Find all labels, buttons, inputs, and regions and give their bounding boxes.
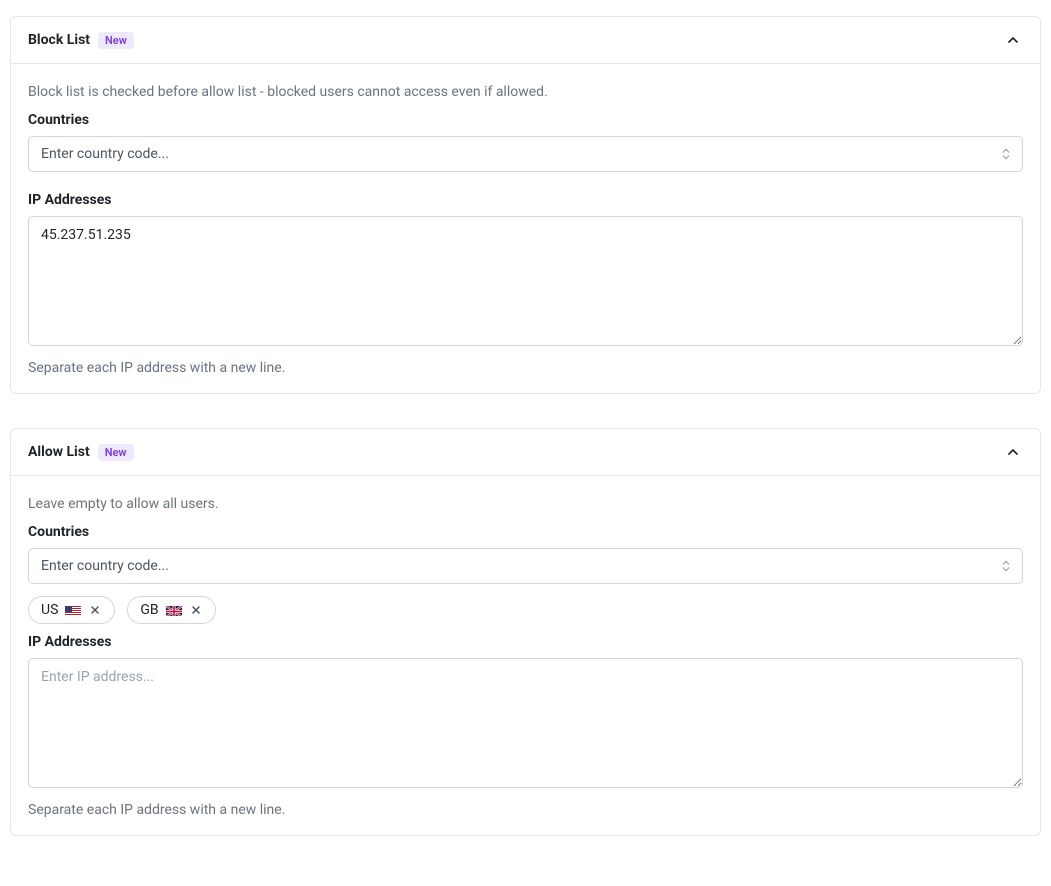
panel-allow-list: Allow List New Leave empty to allow all …	[10, 428, 1041, 836]
panel-body-allow: Leave empty to allow all users. Countrie…	[11, 476, 1040, 835]
label-countries-block: Countries	[28, 112, 1023, 128]
panel-title-allow: Allow List	[28, 444, 90, 460]
hint-ip-allow: Separate each IP address with a new line…	[28, 802, 1023, 818]
description-block: Block list is checked before allow list …	[28, 84, 1023, 100]
panel-title-block: Block List	[28, 32, 90, 48]
remove-chip-icon[interactable]	[189, 604, 203, 616]
flag-gb-icon	[166, 605, 182, 616]
country-chip-label: GB	[140, 602, 158, 618]
panel-header-left: Block List New	[28, 32, 134, 49]
chevron-up-icon[interactable]	[1003, 30, 1023, 50]
combobox-countries-block	[28, 136, 1023, 172]
country-chip: GB	[127, 596, 215, 624]
description-allow: Leave empty to allow all users.	[28, 496, 1023, 512]
label-ip-allow: IP Addresses	[28, 634, 1023, 650]
label-ip-block: IP Addresses	[28, 192, 1023, 208]
badge-new: New	[98, 32, 134, 49]
badge-new: New	[98, 444, 134, 461]
panel-header-allow[interactable]: Allow List New	[11, 429, 1040, 476]
remove-chip-icon[interactable]	[88, 604, 102, 616]
panel-body-block: Block list is checked before allow list …	[11, 64, 1040, 393]
hint-ip-block: Separate each IP address with a new line…	[28, 360, 1023, 376]
label-countries-allow: Countries	[28, 524, 1023, 540]
countries-input-block[interactable]	[28, 136, 1023, 172]
ip-textarea-allow[interactable]	[28, 658, 1023, 788]
combobox-countries-allow	[28, 548, 1023, 584]
panel-header-block[interactable]: Block List New	[11, 17, 1040, 64]
panel-header-left: Allow List New	[28, 444, 134, 461]
selected-countries-chips: US GB	[28, 596, 1023, 624]
country-chip-label: US	[41, 602, 58, 618]
chevron-up-icon[interactable]	[1003, 442, 1023, 462]
country-chip: US	[28, 596, 115, 624]
ip-textarea-block[interactable]	[28, 216, 1023, 346]
countries-input-allow[interactable]	[28, 548, 1023, 584]
flag-us-icon	[65, 605, 81, 616]
panel-block-list: Block List New Block list is checked bef…	[10, 16, 1041, 394]
